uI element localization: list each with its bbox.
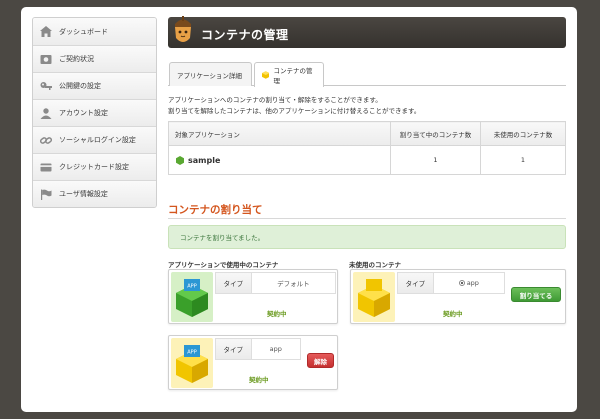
table-header-app: 対象アプリケーション (168, 121, 391, 146)
in-use-heading: アプリケーションで使用中のコンテナ (168, 261, 279, 269)
sidebar-item-user-info[interactable]: ユーザ情報設定 (33, 180, 156, 207)
tab-bar: アプリケーション詳細 コンテナの管理 (168, 62, 566, 87)
credit-card-icon (40, 162, 52, 173)
container-thumb: APP (171, 338, 213, 388)
green-cube-icon: APP (176, 279, 208, 317)
svg-text:APP: APP (187, 284, 196, 290)
table-header-assigned: 割り当て中のコンテナ数 (390, 121, 481, 146)
table-cell-app: sample (168, 145, 391, 175)
sidebar-item-label: ダッシュボード (59, 27, 108, 36)
type-label: タイプ (216, 339, 252, 359)
assign-button[interactable]: 割り当てる (511, 287, 561, 302)
yellow-cube-icon (358, 279, 390, 317)
tab-label: コンテナの管理 (273, 67, 313, 85)
key-icon (40, 81, 52, 92)
type-select[interactable]: app (434, 273, 504, 293)
sidebar-item-label: ユーザ情報設定 (59, 190, 108, 198)
yellow-cube-icon: APP (176, 345, 208, 383)
unused-heading: 未使用のコンテナ (349, 261, 401, 269)
sidebar-item-dashboard[interactable]: ダッシュボード (33, 18, 156, 45)
sidebar-item-public-key[interactable]: 公開鍵の設定 (33, 72, 156, 99)
table-header-unused: 未使用のコンテナ数 (480, 121, 566, 146)
table-cell-assigned: 1 (390, 145, 481, 175)
sidebar-item-account[interactable]: アカウント設定 (33, 99, 156, 126)
sidebar-item-contract[interactable]: ご契約状況 (33, 45, 156, 72)
svg-text:APP: APP (187, 350, 196, 356)
description-line: 割り当てを解除したコンテナは、他のアプリケーションに付け替えることができます。 (168, 107, 421, 115)
radio-icon[interactable] (458, 280, 465, 286)
link-icon (40, 135, 52, 146)
success-alert: コンテナを割り当てました。 (168, 225, 566, 249)
status-text: 契約中 (443, 310, 463, 318)
container-card: APP タイプ デフォルト 契約中 (168, 269, 338, 324)
contract-icon (40, 54, 52, 65)
home-icon (40, 26, 52, 37)
description: アプリケーションへのコンテナの割り当て・解除をすることができます。 割り当てを解… (168, 95, 566, 117)
tab-app-details[interactable]: アプリケーション詳細 (169, 62, 252, 86)
type-value: app (466, 279, 479, 287)
app-hex-icon (176, 155, 184, 165)
container-thumb: APP (171, 272, 213, 322)
release-button[interactable]: 解除 (307, 353, 334, 368)
container-card: APP タイプ app 契約中 解除 (168, 335, 338, 390)
sidebar-item-label: クレジットカード設定 (59, 163, 129, 171)
tab-container-management[interactable]: コンテナの管理 (254, 62, 324, 87)
sidebar-item-label: 公開鍵の設定 (59, 82, 101, 90)
section-divider (168, 218, 566, 219)
sidebar-item-label: アカウント設定 (59, 109, 108, 117)
type-label: タイプ (216, 273, 252, 293)
table-cell-unused: 1 (480, 145, 566, 175)
sidebar-item-label: ソーシャルログイン設定 (59, 136, 136, 144)
cube-icon (262, 71, 270, 79)
description-line: アプリケーションへのコンテナの割り当て・解除をすることができます。 (168, 96, 382, 104)
table-row: sample 1 1 (168, 145, 566, 175)
main-panel: ダッシュボード ご契約状況 公開鍵の設定 アカウント設定 ソーシャルログイン設定 (21, 7, 577, 412)
flag-icon (40, 189, 52, 200)
container-card: タイプ app 契約中 割り当てる (350, 269, 566, 324)
type-value: デフォルト (277, 280, 310, 288)
app-name[interactable]: sample (188, 156, 220, 165)
acorn-mascot-icon (175, 16, 191, 42)
section-title: コンテナの割り当て (168, 204, 263, 216)
page-header: コンテナの管理 (168, 16, 566, 48)
sidebar-item-social-login[interactable]: ソーシャルログイン設定 (33, 126, 156, 153)
page-title: コンテナの管理 (201, 28, 289, 42)
user-icon (40, 107, 52, 119)
type-value: app (269, 345, 282, 353)
sidebar-item-label: ご契約状況 (59, 55, 94, 63)
sidebar: ダッシュボード ご契約状況 公開鍵の設定 アカウント設定 ソーシャルログイン設定 (32, 17, 157, 208)
sidebar-item-credit-card[interactable]: クレジットカード設定 (33, 153, 156, 180)
type-label: タイプ (398, 273, 434, 293)
status-text: 契約中 (249, 376, 269, 384)
container-thumb (353, 272, 395, 322)
status-text: 契約中 (267, 310, 287, 318)
app-container-table: 対象アプリケーション 割り当て中のコンテナ数 未使用のコンテナ数 sample … (168, 121, 566, 175)
